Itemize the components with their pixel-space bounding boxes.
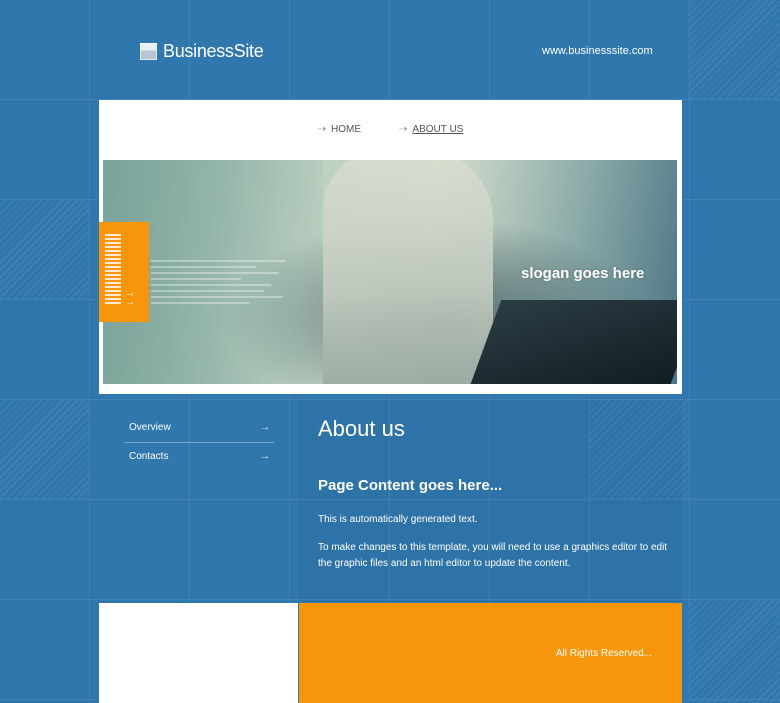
site-logo[interactable]: BusinessSite: [140, 40, 264, 61]
sidebar-menu: Overview → Contacts →: [124, 414, 274, 471]
hero-decorative-text: [151, 260, 301, 308]
logo-icon: [140, 42, 157, 60]
barcode-icon: [105, 234, 121, 306]
content-paragraph: This is automatically generated text.: [318, 514, 478, 525]
content-paragraph: To make changes to this template, you wi…: [318, 542, 668, 569]
nav-item-home[interactable]: ⇢ HOME: [318, 124, 361, 135]
bg-pattern-tile: [689, 599, 780, 703]
sidebar-item-label: Overview: [129, 422, 171, 433]
bg-pattern-tile: [689, 0, 780, 99]
nav-item-label: ABOUT US: [412, 124, 464, 135]
bg-pattern-tile: [0, 399, 89, 499]
site-url: www.businesssite.com: [542, 45, 653, 57]
arrow-right-icon: → →: [125, 288, 135, 308]
hero-person-figure: [323, 160, 493, 384]
hero-slogan: slogan goes here: [521, 265, 645, 282]
logo-text: BusinessSite: [163, 40, 264, 61]
arrow-right-icon: ⇢: [399, 124, 408, 135]
hero-laptop-figure: [464, 300, 677, 384]
footer-left-block: [99, 603, 298, 703]
bg-pattern-tile: [0, 199, 89, 299]
page-title: About us: [318, 416, 405, 441]
copyright-text: All Rights Reserved...: [555, 648, 652, 659]
sidebar-item-contacts[interactable]: Contacts →: [124, 442, 274, 471]
sidebar-item-overview[interactable]: Overview →: [124, 414, 274, 442]
hero-side-tab[interactable]: → →: [99, 222, 149, 322]
main-nav: ⇢ HOME ⇢ ABOUT US: [99, 124, 682, 135]
content-heading: Page Content goes here...: [318, 477, 503, 494]
arrow-right-icon: ⇢: [317, 124, 327, 135]
arrow-right-icon: →: [260, 422, 270, 433]
nav-item-about-us[interactable]: ⇢ ABOUT US: [399, 124, 463, 135]
nav-item-label: HOME: [331, 124, 362, 135]
sidebar-item-label: Contacts: [129, 451, 169, 462]
header-panel: ⇢ HOME ⇢ ABOUT US: [99, 100, 682, 394]
arrow-right-icon: →: [260, 451, 270, 462]
footer: All Rights Reserved...: [299, 603, 682, 703]
